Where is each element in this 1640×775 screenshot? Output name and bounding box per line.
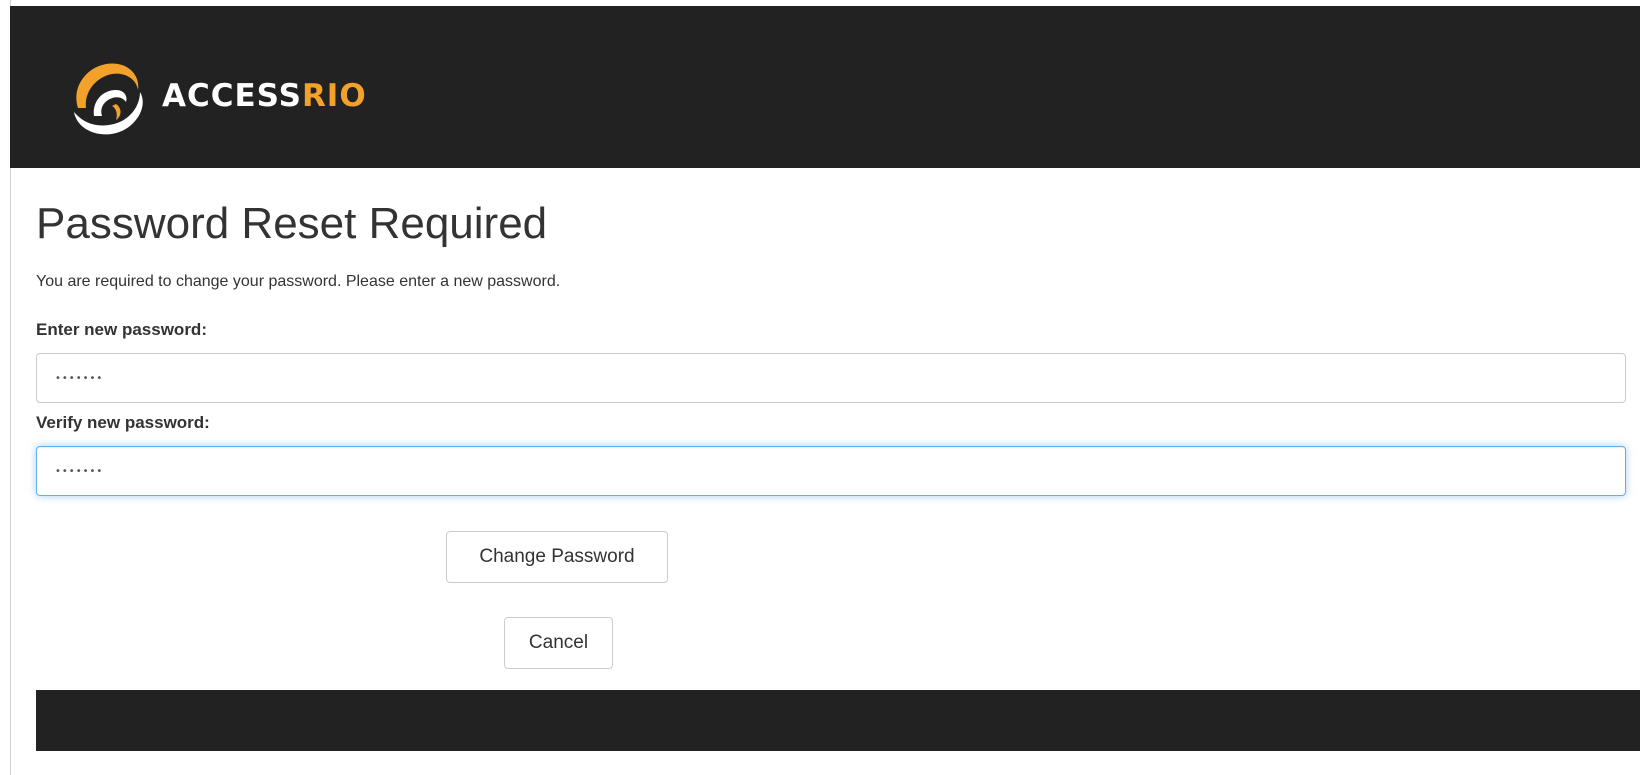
site-footer [36, 690, 1640, 751]
logo-wordmark: ACCESSRIO [162, 77, 367, 114]
verify-password-input[interactable] [36, 446, 1626, 496]
page-title: Password Reset Required [36, 199, 548, 248]
accessrio-logo[interactable]: ACCESSRIO [56, 46, 367, 146]
logo-text-primary: ACCESS [162, 77, 302, 114]
cancel-button[interactable]: Cancel [504, 617, 613, 669]
new-password-input[interactable] [36, 353, 1626, 403]
page: ACCESSRIO Password Reset Required You ar… [0, 0, 1640, 775]
accessrio-swirl-logo-icon [74, 63, 143, 135]
intro-text: You are required to change your password… [36, 273, 561, 290]
change-password-button[interactable]: Change Password [446, 531, 668, 583]
site-header: ACCESSRIO [10, 6, 1640, 168]
logo-text-accent: RIO [301, 77, 367, 114]
new-password-label: Enter new password: [36, 320, 207, 339]
verify-password-label: Verify new password: [36, 413, 210, 432]
